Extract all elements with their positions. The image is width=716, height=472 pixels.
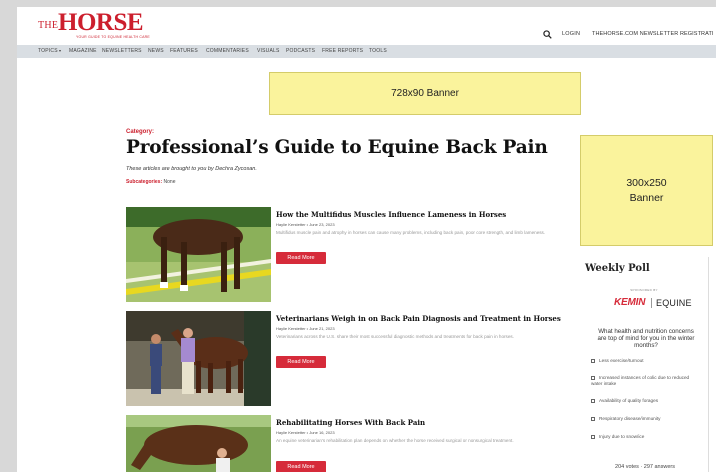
sponsor-name: KEMIN — [614, 297, 646, 308]
logo-horse: HORSE — [58, 9, 144, 36]
poll-option[interactable]: Less exercise/turnout — [591, 358, 701, 364]
newsletter-registration-link[interactable]: THEHORSE.COM NEWSLETTER REGISTRATI — [592, 31, 714, 37]
nav-item-newsletters[interactable]: NEWSLETTERS — [102, 48, 142, 54]
category-label: Category: — [126, 129, 155, 135]
checkbox[interactable] — [591, 375, 595, 380]
poll-option-label: Less exercise/turnout — [599, 358, 644, 363]
nav-item-topics[interactable]: TOPICS ▾ — [38, 48, 61, 54]
article-thumbnail[interactable] — [126, 415, 271, 472]
poll-option[interactable]: Injury due to snow/ice — [591, 434, 701, 440]
poll-divider — [708, 257, 709, 472]
nav-item-podcasts[interactable]: PODCASTS — [286, 48, 315, 54]
article-card: How the Multifidus Muscles Influence Lam… — [126, 207, 561, 302]
checkbox[interactable] — [591, 358, 595, 363]
login-link[interactable]: LOGIN — [562, 31, 580, 37]
sponsored-by-label: SPONSORED BY — [630, 288, 658, 292]
poll-option-label: Availability of quality forages — [599, 398, 659, 403]
nav-item-commentaries[interactable]: COMMENTARIES — [206, 48, 249, 54]
article-title[interactable]: Veterinarians Weigh in on Back Pain Diag… — [276, 314, 561, 323]
subcategories-label: Subcategories: — [126, 179, 163, 185]
nav-item-news[interactable]: NEWS — [148, 48, 164, 54]
poll-title: Weekly Poll — [585, 263, 650, 274]
article-card: Rehabilitating Horses With Back Pain Hay… — [126, 415, 561, 472]
poll-option[interactable]: Respiratory disease/immunity — [591, 416, 701, 422]
side-ad-line-1: 300x250 — [626, 177, 667, 190]
main-nav: TOPICS ▾ MAGAZINE NEWSLETTERS NEWS FEATU… — [17, 45, 716, 58]
side-ad-banner[interactable]: 300x250 Banner — [580, 135, 713, 246]
poll-vote-count: 204 votes · 297 answers — [615, 464, 675, 470]
article-summary: An equine veterinarian's rehabilitation … — [276, 438, 514, 443]
read-more-button[interactable]: Read More — [276, 252, 326, 264]
article-summary: Multifidus muscle pain and atrophy in ho… — [276, 230, 546, 235]
kemin-equine-logo[interactable]: KEMIN EQUINE — [614, 295, 692, 311]
subcategories-value: None — [163, 179, 176, 185]
horse-rehab-photo-image — [126, 415, 271, 472]
checkbox[interactable] — [591, 398, 595, 403]
article-thumbnail[interactable] — [126, 207, 271, 302]
page-subtitle: These articles are brought to you by Dec… — [126, 166, 257, 172]
subcategories: Subcategories: None — [126, 179, 175, 185]
checkbox[interactable] — [591, 416, 595, 421]
sponsor-divider — [651, 298, 652, 308]
article-card: Veterinarians Weigh in on Back Pain Diag… — [126, 311, 561, 406]
nav-item-features[interactable]: FEATURES — [170, 48, 198, 54]
search-icon[interactable] — [543, 30, 552, 39]
side-ad-text: 300x250 Banner — [626, 176, 666, 204]
poll-option[interactable]: Increased instances of colic due to redu… — [591, 375, 701, 388]
checkbox[interactable] — [591, 434, 595, 439]
article-meta: Haylie Kerstetter • June 21, 2023 — [276, 326, 335, 331]
top-ad-banner[interactable]: 728x90 Banner — [269, 72, 581, 115]
site-header: THE HORSE YOUR GUIDE TO EQUINE HEALTH CA… — [17, 7, 716, 45]
nav-item-tools[interactable]: TOOLS — [369, 48, 387, 54]
read-more-button[interactable]: Read More — [276, 356, 326, 368]
article-title[interactable]: Rehabilitating Horses With Back Pain — [276, 418, 425, 427]
poll-option-label: Injury due to snow/ice — [599, 434, 645, 439]
poll-option[interactable]: Availability of quality forages — [591, 398, 701, 404]
read-more-button[interactable]: Read More — [276, 461, 326, 472]
poll-option-label: Increased instances of colic due to redu… — [591, 375, 690, 387]
article-thumbnail[interactable] — [126, 311, 271, 406]
nav-item-visuals[interactable]: VISUALS — [257, 48, 280, 54]
nav-item-magazine[interactable]: MAGAZINE — [69, 48, 97, 54]
article-meta: Haylie Kerstetter • June 23, 2023 — [276, 222, 335, 227]
sponsor-division: EQUINE — [656, 298, 692, 308]
page-title: Professional’s Guide to Equine Back Pain — [126, 137, 548, 158]
article-title[interactable]: How the Multifidus Muscles Influence Lam… — [276, 210, 506, 219]
article-summary: Veterinarians across the U.S. share thei… — [276, 334, 514, 339]
weekly-poll-widget: Weekly Poll SPONSORED BY KEMIN EQUINE Wh… — [580, 252, 713, 472]
caret-down-icon: ▾ — [57, 48, 62, 53]
logo-tagline: YOUR GUIDE TO EQUINE HEALTH CARE — [76, 35, 150, 39]
page-frame: THE HORSE YOUR GUIDE TO EQUINE HEALTH CA… — [17, 7, 716, 472]
article-meta: Haylie Kerstetter • June 16, 2023 — [276, 430, 335, 435]
poll-option-label: Respiratory disease/immunity — [599, 416, 661, 421]
nav-item-label: TOPICS — [38, 48, 58, 54]
logo-the: THE — [38, 20, 59, 31]
poll-question: What health and nutrition concerns are t… — [597, 328, 695, 350]
nav-item-free-reports[interactable]: FREE REPORTS — [322, 48, 363, 54]
vets-with-horse-photo-image — [126, 311, 271, 406]
horse-photo-image — [126, 207, 271, 302]
side-ad-line-2: Banner — [629, 191, 664, 204]
